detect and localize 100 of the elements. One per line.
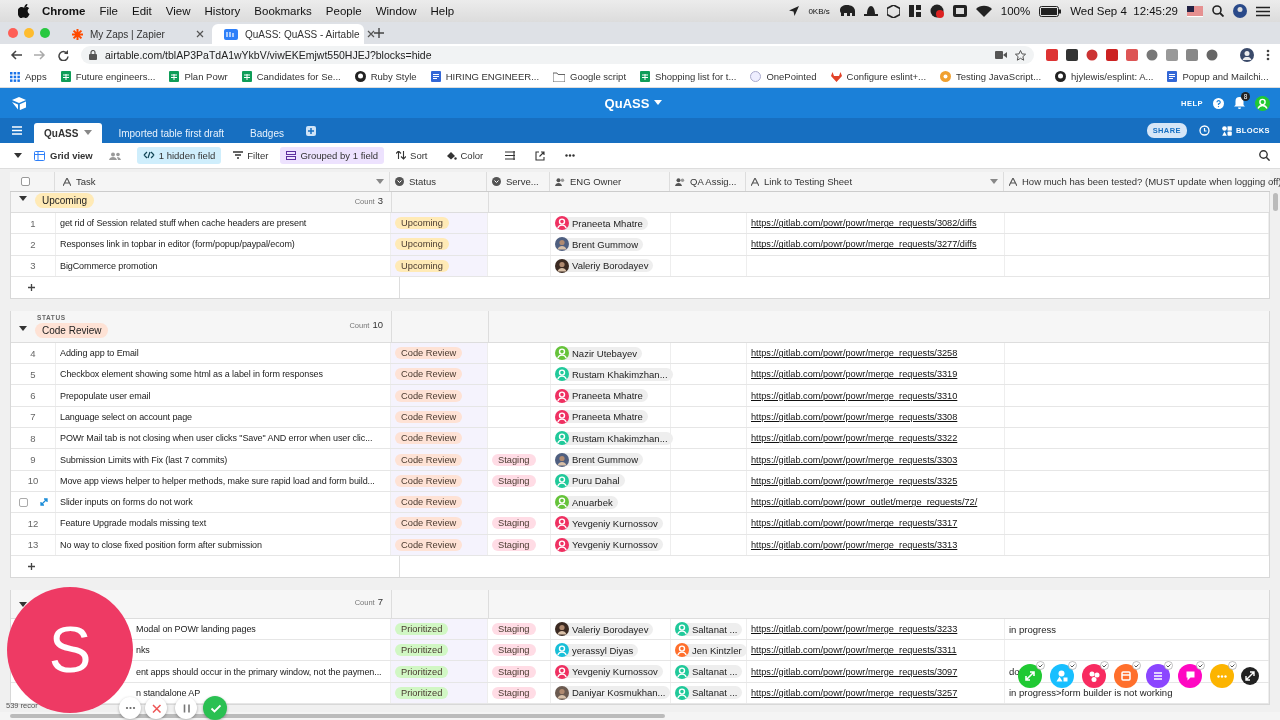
- testing-link[interactable]: https://gitlab.com/powr/powr/merge_requests/3257: [751, 687, 958, 698]
- person-chip[interactable]: Brent Gummow: [555, 453, 643, 466]
- more-icon[interactable]: [565, 154, 576, 157]
- menu-item[interactable]: View: [158, 5, 198, 17]
- row-checkbox[interactable]: [18, 497, 28, 507]
- extension-icon[interactable]: [1206, 49, 1218, 61]
- person-chip[interactable]: Saltanat ...: [675, 622, 743, 636]
- person-chip[interactable]: yerassyl Diyas: [555, 643, 639, 657]
- person-chip[interactable]: Yevgeniy Kurnossov: [555, 516, 663, 530]
- extension-icon[interactable]: [1106, 49, 1118, 61]
- person-chip[interactable]: Puru Dahal: [555, 474, 625, 488]
- airtable-logo-icon[interactable]: [12, 96, 26, 110]
- testing-link[interactable]: https://gitlab.com/powr/powr/merge_requests/3319: [751, 369, 958, 380]
- testing-link[interactable]: https://gitlab.com/powr/powr_outlet/merge_requests/72/: [751, 497, 978, 508]
- menu-item[interactable]: Edit: [125, 5, 159, 17]
- testing-link[interactable]: https://gitlab.com/powr/powr/merge_requests/3303: [751, 454, 958, 465]
- app-menu[interactable]: Chrome: [30, 5, 93, 17]
- testing-link[interactable]: https://gitlab.com/powr/powr/merge_requests/3317: [751, 518, 958, 529]
- app-icon[interactable]: [952, 5, 967, 17]
- location-icon[interactable]: [789, 6, 800, 16]
- history-icon[interactable]: [1198, 125, 1210, 136]
- scrollbar-thumb[interactable]: [1273, 193, 1278, 211]
- column-header[interactable]: Link to Testing Sheet: [746, 172, 1004, 191]
- bookmark[interactable]: Google script: [553, 71, 627, 82]
- person-chip[interactable]: Jen Kintzler: [675, 643, 747, 657]
- hidden-fields-button[interactable]: 1 hidden field: [136, 147, 222, 164]
- column-header[interactable]: Task: [55, 172, 390, 191]
- flag-icon[interactable]: [1187, 5, 1203, 17]
- add-table-icon[interactable]: [306, 125, 316, 136]
- menu-item[interactable]: Help: [423, 5, 462, 17]
- grid-icon[interactable]: [908, 5, 921, 17]
- group-button[interactable]: Grouped by 1 field: [280, 147, 385, 164]
- bookmark[interactable]: OnePointed: [750, 71, 817, 82]
- cube-icon[interactable]: [886, 4, 900, 18]
- testing-link[interactable]: https://gitlab.com/powr/powr/merge_requests/3322: [751, 433, 958, 444]
- column-header[interactable]: How much has been tested? (MUST update when logging off): [1004, 172, 1280, 191]
- person-chip[interactable]: Nazir Utebayev: [555, 346, 642, 360]
- testing-link[interactable]: https://gitlab.com/powr/powr/merge_requests/3313: [751, 539, 958, 550]
- bookmark[interactable]: Testing JavaScript...: [940, 71, 1042, 82]
- bell-icon[interactable]: [1234, 97, 1245, 109]
- menu-item[interactable]: History: [197, 5, 248, 17]
- person-chip[interactable]: Rustam Khakimzhan...: [555, 431, 673, 445]
- testing-link[interactable]: https://gitlab.com/powr/powr/merge_requests/3277/diffs: [751, 239, 977, 250]
- testing-link[interactable]: https://gitlab.com/powr/powr/merge_requests/3325: [751, 475, 958, 486]
- menubar-clock[interactable]: Wed Sep 4 12:45:29: [1070, 5, 1178, 17]
- view-switcher[interactable]: Grid view: [28, 147, 99, 164]
- fullscreen-icon[interactable]: [1241, 667, 1259, 685]
- bookmark[interactable]: Configure eslint+...: [830, 71, 927, 82]
- add-row-icon[interactable]: [28, 562, 35, 570]
- more-menu-icon[interactable]: [1266, 49, 1270, 61]
- elephant-icon[interactable]: [838, 5, 855, 17]
- column-header[interactable]: ENG Owner: [550, 172, 670, 191]
- search-icon[interactable]: [1259, 150, 1270, 161]
- person-chip[interactable]: Yevgeniy Kurnossov: [555, 665, 663, 679]
- person-chip[interactable]: Valeriy Borodayev: [555, 622, 654, 636]
- person-chip[interactable]: Rustam Khakimzhan...: [555, 367, 673, 381]
- sort-button[interactable]: Sort: [390, 147, 434, 164]
- search-icon[interactable]: [1212, 5, 1224, 17]
- bookmark[interactable]: Popup and Mailchi...: [1167, 71, 1269, 82]
- column-header[interactable]: QA Assig...: [670, 172, 746, 191]
- column-header[interactable]: Serve...: [487, 172, 550, 191]
- person-chip[interactable]: Brent Gummow: [555, 237, 643, 251]
- menu-item[interactable]: Bookmarks: [247, 5, 319, 17]
- person-chip[interactable]: Saltanat ...: [675, 665, 743, 679]
- person-chip[interactable]: Valeriy Borodayev: [555, 259, 654, 273]
- reload-icon[interactable]: [58, 49, 69, 61]
- testing-link[interactable]: https://gitlab.com/powr/powr/merge_requests/3082/diffs: [751, 218, 977, 229]
- person-chip[interactable]: Praneeta Mhatre: [555, 410, 648, 424]
- bookmark[interactable]: Candidates for Se...: [241, 71, 341, 82]
- back-icon[interactable]: [10, 50, 22, 60]
- help-icon[interactable]: [1213, 97, 1224, 109]
- person-chip[interactable]: Anuarbek: [555, 495, 618, 509]
- extension-icon[interactable]: [1086, 49, 1098, 61]
- table-tab[interactable]: Imported table first draft: [108, 123, 235, 143]
- expand-icon[interactable]: [39, 498, 48, 507]
- browser-tab[interactable]: My Zaps | Zapier: [60, 24, 212, 44]
- extension-icon[interactable]: [1066, 49, 1078, 61]
- menu-item[interactable]: People: [318, 5, 369, 17]
- bookmark[interactable]: hjylewis/esplint: A...: [1055, 71, 1154, 82]
- testing-link[interactable]: https://gitlab.com/powr/powr/merge_requests/3258: [751, 348, 958, 359]
- color-button[interactable]: Color: [439, 147, 490, 164]
- testing-link[interactable]: https://gitlab.com/powr/powr/merge_requests/3308: [751, 411, 958, 422]
- column-header[interactable]: Status: [390, 172, 487, 191]
- bookmark[interactable]: Shopping list for t...: [640, 71, 737, 82]
- table-tab[interactable]: QuASS: [34, 123, 103, 143]
- select-all-checkbox[interactable]: [21, 177, 30, 186]
- wifi-icon[interactable]: [975, 5, 992, 17]
- bookmark[interactable]: Ruby Style: [354, 71, 417, 82]
- person-chip[interactable]: Daniyar Kosmukhan...: [555, 686, 671, 700]
- base-title[interactable]: QuASS: [96, 95, 1171, 111]
- extension-icon[interactable]: [1146, 49, 1158, 61]
- close-icon[interactable]: [366, 30, 375, 38]
- horizontal-scrollbar-thumb[interactable]: [10, 714, 665, 718]
- table-tab[interactable]: Badges: [240, 123, 294, 143]
- camera-icon[interactable]: [995, 51, 1007, 59]
- battery-icon[interactable]: [1039, 5, 1062, 17]
- close-icon[interactable]: [196, 30, 204, 38]
- add-row-icon[interactable]: [28, 283, 35, 291]
- hat-icon[interactable]: [863, 5, 878, 17]
- new-tab-icon[interactable]: [374, 28, 384, 38]
